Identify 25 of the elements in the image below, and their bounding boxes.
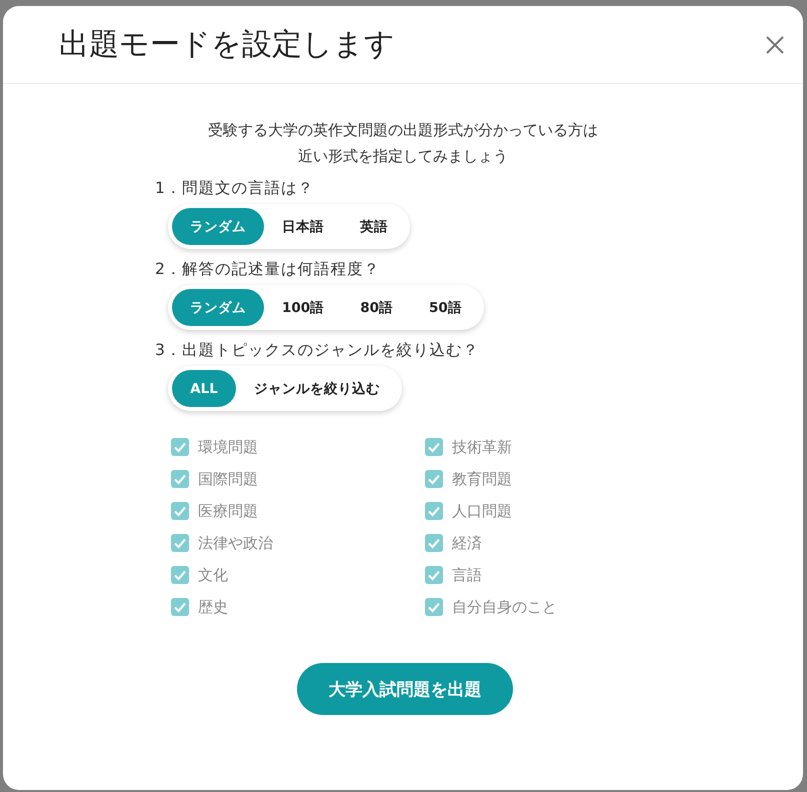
question-label: 3．出題トピックスのジャンルを絞り込む？ [155, 340, 479, 361]
checkbox-label: 経済 [452, 534, 482, 552]
checkbox-label: 人口問題 [452, 502, 512, 520]
checkbox-label: 教育問題 [452, 470, 512, 488]
checkbox-label: 環境問題 [198, 438, 258, 456]
checkbox-label: 法律や政治 [198, 534, 273, 552]
intro-text: 近い形式を指定してみましょう [298, 146, 508, 166]
checkbox-label: 歴史 [198, 598, 228, 616]
option-button[interactable]: 80語 [342, 289, 411, 326]
checkbox-label: 国際問題 [198, 470, 258, 488]
dialog-title: 出題モードを設定します [59, 26, 395, 64]
option-button[interactable]: 日本語 [264, 208, 342, 245]
option-button[interactable]: 英語 [342, 208, 406, 245]
close-icon[interactable] [765, 34, 785, 54]
checkbox-label: 医療問題 [198, 502, 258, 520]
checkbox-label: 文化 [198, 566, 228, 584]
option-button[interactable]: ジャンルを絞り込む [236, 370, 398, 407]
option-button[interactable]: 100語 [264, 289, 342, 326]
checkbox-label: 言語 [452, 566, 482, 584]
intro-text: 受験する大学の英作文問題の出題形式が分かっている方は [208, 120, 598, 140]
question-label: 1．問題文の言語は？ [155, 178, 314, 199]
checkbox-label: 自分自身のこと [452, 598, 557, 616]
question-label: 2．解答の記述量は何語程度？ [155, 259, 380, 280]
option-button[interactable]: 50語 [410, 289, 480, 326]
checkbox-label: 技術革新 [452, 438, 512, 456]
